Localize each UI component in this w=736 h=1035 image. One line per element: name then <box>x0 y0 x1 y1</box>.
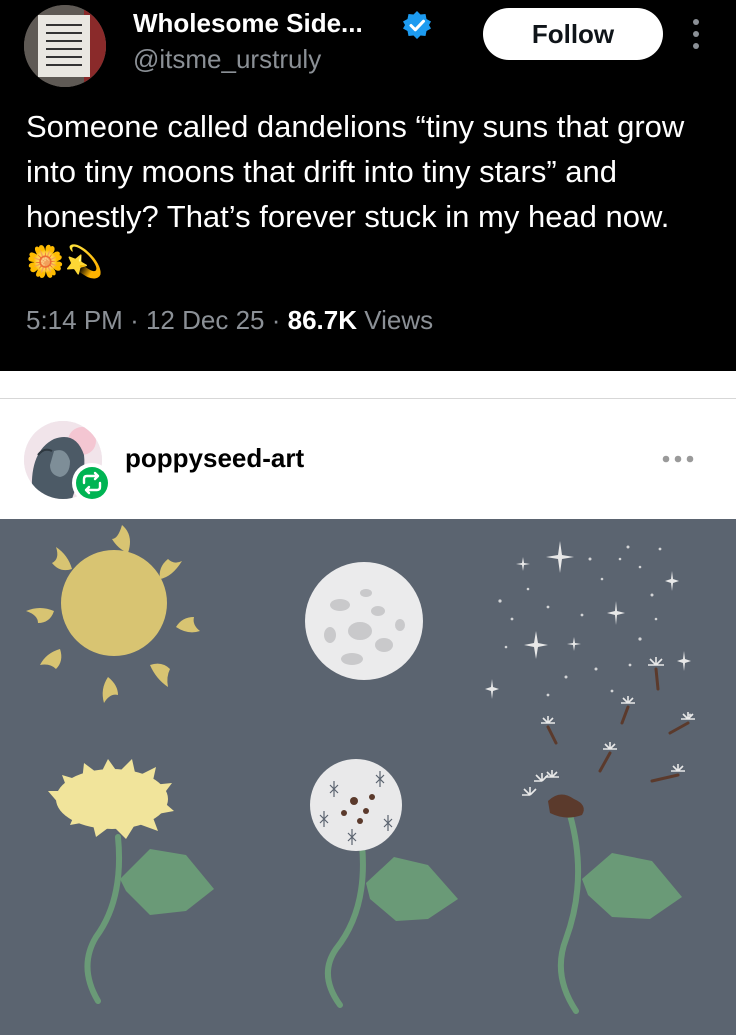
reblog-icon <box>72 463 112 503</box>
tweet-time[interactable]: 5:14 PM <box>26 305 123 335</box>
views-label: Views <box>364 305 434 335</box>
tweet-card: Wholesome Side... @itsme_urstruly Follow… <box>0 0 736 371</box>
meta-separator: · <box>271 305 281 335</box>
follow-button[interactable]: Follow <box>483 8 663 60</box>
tweet-display-name[interactable]: Wholesome Side... <box>133 8 363 39</box>
more-options-icon[interactable] <box>686 16 706 52</box>
tweet-meta: 5:14 PM · 12 Dec 25 · 86.7K Views <box>26 305 433 336</box>
tweet-text: Someone called dandelions “tiny suns tha… <box>26 109 685 279</box>
tweet-handle[interactable]: @itsme_urstruly <box>133 44 321 75</box>
section-divider <box>0 371 736 399</box>
dandelion-illustration <box>0 519 736 1035</box>
tweet-avatar[interactable] <box>24 5 106 87</box>
post-header: poppyseed-art <box>0 399 736 519</box>
moon-icon <box>305 562 423 680</box>
post-more-options-icon[interactable] <box>660 453 696 465</box>
verified-badge-icon <box>403 11 431 39</box>
post-username[interactable]: poppyseed-art <box>125 443 304 474</box>
views-count: 86.7K <box>287 305 358 335</box>
tweet-date[interactable]: 12 Dec 25 <box>146 305 265 335</box>
meta-separator: · <box>130 305 139 335</box>
